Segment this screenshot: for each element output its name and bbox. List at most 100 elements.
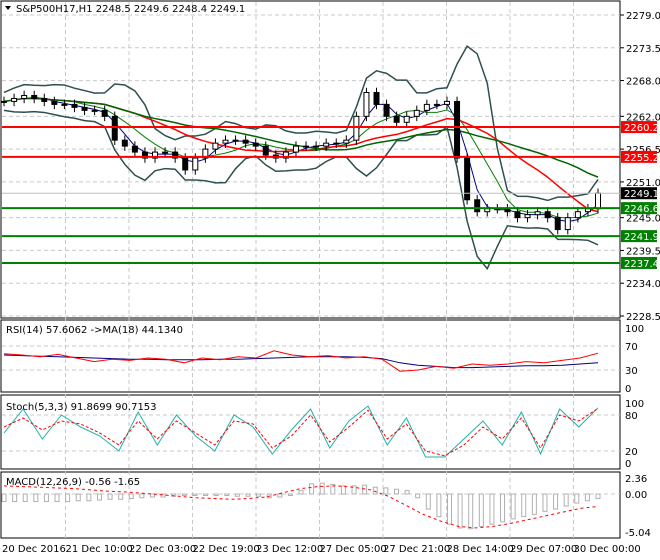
- time-axis-label: 29 Dec 07:00: [510, 544, 577, 555]
- macd-histogram-bar: [224, 493, 230, 497]
- price-level-label: 2255.2: [624, 153, 659, 164]
- macd-histogram-bar: [478, 493, 484, 527]
- macd-histogram-bar: [553, 493, 559, 510]
- candle-body: [454, 100, 461, 159]
- macd-histogram-bar: [319, 482, 325, 495]
- candle-body: [574, 211, 581, 219]
- candle-body: [383, 103, 390, 117]
- candle-body: [1, 100, 7, 103]
- candle-body: [131, 145, 138, 153]
- macd-histogram-bar: [521, 493, 527, 518]
- candle-body: [192, 157, 199, 171]
- indicator-axis-label: 20: [625, 447, 638, 458]
- candle-body: [262, 145, 269, 156]
- macd-histogram-bar: [192, 493, 198, 497]
- candle-body: [504, 208, 511, 213]
- candle-body: [222, 139, 229, 144]
- macd-histogram-bar: [33, 493, 39, 503]
- candle-body: [91, 109, 98, 112]
- candle-body: [242, 139, 249, 144]
- indicator-axis-label: 0: [625, 384, 631, 395]
- price-level-label: 2246.6: [624, 204, 659, 215]
- main-panel-frame: [0, 0, 621, 319]
- candle-body: [11, 97, 18, 102]
- candle-body: [524, 214, 531, 219]
- macd-histogram-bar: [107, 493, 113, 500]
- candle-body: [212, 142, 219, 150]
- macd-histogram-bar: [65, 493, 71, 503]
- indicator-axis-label: 100: [625, 324, 644, 335]
- time-axis-label: 28 Dec 14:00: [447, 544, 514, 555]
- candle-body: [323, 142, 330, 147]
- macd-histogram-bar: [298, 490, 304, 495]
- candle-body: [343, 139, 350, 144]
- indicator-axis-label: 80: [625, 411, 638, 422]
- macd-histogram-bar: [362, 484, 368, 495]
- macd-histogram-bar: [574, 493, 580, 504]
- collapse-triangle-icon[interactable]: [5, 6, 11, 10]
- candle-body: [303, 145, 310, 148]
- price-level-label: 2260.2: [624, 123, 659, 134]
- bollinger-lower-band: [3, 109, 599, 271]
- macd-histogram-bar: [468, 493, 474, 530]
- stoch-label: Stoch(5,3,3) 91.8699 90.7153: [6, 402, 157, 413]
- candle-body: [81, 106, 88, 111]
- indicator-axis-label: 70: [625, 342, 638, 353]
- price-axis-label: 2273.5: [626, 44, 660, 55]
- candle-body: [313, 145, 320, 148]
- candle-body: [413, 109, 420, 117]
- macd-histogram-bar: [256, 493, 262, 497]
- indicator-axis-label: 100: [625, 399, 644, 410]
- candle-body: [182, 157, 189, 171]
- price-axis-label: 2279.0: [626, 11, 660, 22]
- price-axis-label: 2228.5: [626, 312, 660, 323]
- macd-histogram-bar: [234, 493, 240, 497]
- macd-histogram-bar: [181, 493, 187, 497]
- time-axis-label: 21 Dec 10:00: [66, 544, 133, 555]
- rsi-label: RSI(14) 57.6062 ->MA(18) 44.1340: [6, 325, 183, 336]
- candle-body: [111, 115, 118, 141]
- macd-axis-label: 2.36: [625, 474, 647, 485]
- macd-histogram-bar: [75, 493, 81, 502]
- bollinger-upper-band: [3, 44, 599, 202]
- macd-histogram-bar: [404, 490, 410, 495]
- macd-histogram-bar: [415, 493, 421, 499]
- macd-axis-label: 0.00: [625, 490, 647, 501]
- indicator-axis-label: 30: [625, 366, 638, 377]
- macd-histogram-bar: [510, 493, 516, 520]
- candle-body: [252, 142, 259, 147]
- macd-histogram-bar: [54, 493, 60, 503]
- macd-histogram-bar: [584, 493, 590, 502]
- macd-histogram-bar: [118, 493, 124, 500]
- candle-body: [121, 139, 128, 147]
- candle-body: [514, 211, 521, 219]
- time-axis-label: 27 Dec 05:00: [320, 544, 387, 555]
- candle-body: [595, 192, 601, 210]
- macd-histogram-bar: [128, 493, 134, 500]
- candle-body: [474, 199, 481, 213]
- candle-body: [544, 211, 551, 219]
- macd-histogram-bar: [595, 493, 601, 500]
- candle-body: [584, 208, 591, 213]
- macd-histogram-bar: [213, 493, 219, 497]
- price-axis-label: 2239.5: [626, 246, 660, 257]
- macd-histogram-bar: [309, 483, 315, 495]
- chart-canvas[interactable]: 20 Dec 2016 21 Dec 10:0022 Dec 03:0022 De…: [0, 0, 660, 560]
- macd-histogram-bar: [1, 493, 7, 503]
- candle-body: [292, 145, 299, 153]
- candle-body: [333, 142, 340, 145]
- candle-body: [353, 115, 360, 141]
- macd-label: MACD(12,26,9) -0.56 -1.65: [6, 477, 140, 488]
- time-axis-label: 22 Dec 03:00: [129, 544, 196, 555]
- trading-chart[interactable]: 20 Dec 2016 21 Dec 10:00 22 Dec 03:00 22 De…: [0, 0, 660, 560]
- macd-histogram-bar: [542, 493, 548, 512]
- candle-body: [433, 103, 440, 106]
- macd-histogram-bar: [86, 493, 92, 502]
- candle-body: [534, 211, 541, 216]
- stoch-k-line: [3, 405, 599, 458]
- candle-body: [61, 103, 68, 106]
- macd-histogram-bar: [425, 493, 431, 510]
- price-axis-label: 2245.0: [626, 214, 660, 225]
- candle-body: [162, 151, 169, 154]
- time-axis-label: 30 Dec 00:00: [574, 544, 641, 555]
